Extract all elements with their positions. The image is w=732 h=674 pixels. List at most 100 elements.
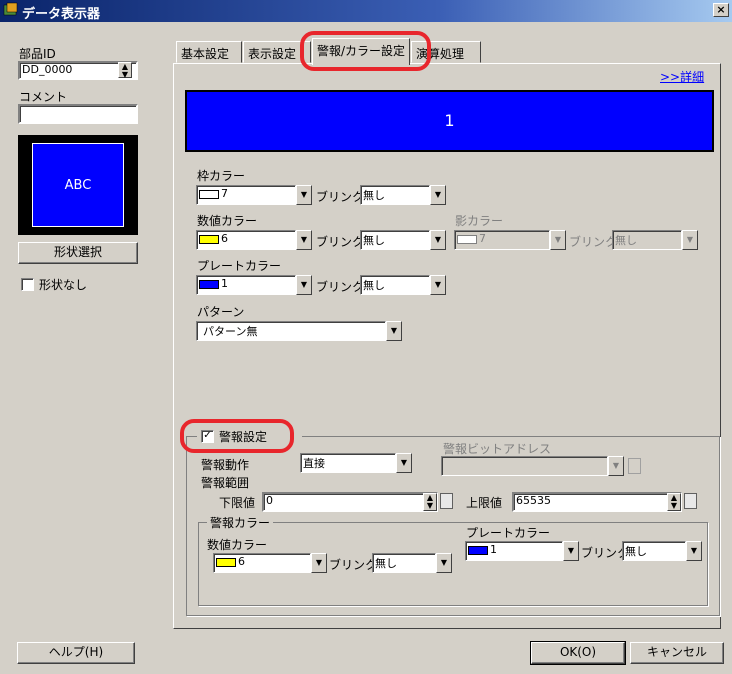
part-id-label: 部品ID [19, 47, 56, 61]
alarm-numeric-color-label: 数値カラー [207, 538, 268, 552]
display-value: 1 [187, 92, 712, 150]
frame-blink-select[interactable]: 無し ▼ [360, 185, 446, 205]
alarm-enable-checkbox[interactable]: ✓ [201, 430, 214, 443]
alarm-plate-color-select[interactable]: 1 ▼ [465, 541, 579, 561]
blue-swatch [468, 545, 488, 555]
numeric-color-select[interactable]: 6 ▼ [196, 230, 312, 250]
alarm-color-group-label: 警報カラー [207, 514, 274, 531]
alarm-numeric-blink-select[interactable]: 無し ▼ [372, 553, 452, 573]
alarm-plate-blink-select[interactable]: 無し ▼ [622, 541, 702, 561]
no-shape-label: 形状なし [39, 278, 88, 292]
lower-limit-value: 0 [266, 494, 273, 507]
help-button[interactable]: ヘルプ(H) [17, 642, 135, 664]
yellow-swatch [216, 557, 236, 567]
tab-calculation[interactable]: 演算処理 [411, 41, 481, 63]
plate-blink-select[interactable]: 無し ▼ [360, 275, 446, 295]
preview-plate: ABC [32, 143, 124, 227]
upper-limit-value: 65535 [516, 494, 551, 507]
plate-color-label: プレートカラー [197, 259, 282, 273]
alarm-action-label: 警報動作 [201, 458, 250, 472]
plate-color-select[interactable]: 1 ▼ [196, 275, 312, 295]
close-button[interactable]: × [713, 3, 729, 17]
comment-input[interactable] [18, 104, 138, 124]
chevron-down-icon[interactable]: ▼ [296, 230, 312, 250]
yellow-swatch [199, 234, 219, 244]
alarm-numeric-color-value: 6 [238, 555, 245, 568]
upper-limit-input[interactable]: 65535 [512, 492, 682, 512]
lower-limit-input[interactable]: 0 [262, 492, 438, 512]
chevron-down-icon[interactable]: ▼ [430, 185, 446, 205]
plate-blink-value: 無し [363, 279, 385, 292]
preview-text: ABC [64, 178, 92, 193]
upper-limit-label: 上限値 [466, 496, 503, 510]
lower-limit-spinner[interactable]: ▲ ▼ [423, 493, 437, 511]
chevron-down-icon[interactable]: ▼ [296, 185, 312, 205]
window-title: データ表示器 [22, 7, 101, 22]
bit-address-label: 警報ビットアドレス [443, 442, 552, 456]
plate-blink-label: ブリンク [316, 280, 365, 294]
frame-blink-label: ブリンク [316, 190, 365, 204]
chevron-down-icon[interactable]: ▼ [311, 553, 327, 573]
alarm-action-select[interactable]: 直接 ▼ [300, 453, 412, 473]
frame-color-select[interactable]: 7 ▼ [196, 185, 312, 205]
numeric-color-value: 6 [221, 232, 228, 245]
alarm-action-value: 直接 [303, 457, 325, 470]
chevron-down-icon: ▼ [550, 230, 566, 250]
shadow-color-label: 影カラー [455, 214, 504, 228]
numeric-color-label: 数値カラー [197, 214, 258, 228]
lower-keypad-icon[interactable] [440, 493, 453, 509]
keypad-icon [628, 458, 641, 474]
upper-keypad-icon[interactable] [684, 493, 697, 509]
numeric-blink-select[interactable]: 無し ▼ [360, 230, 446, 250]
pattern-select[interactable]: パターン無 ▼ [196, 321, 402, 341]
ok-button[interactable]: OK(O) [530, 641, 626, 665]
pattern-label: パターン [197, 305, 245, 319]
alarm-plate-color-label: プレートカラー [466, 526, 551, 540]
chevron-down-icon[interactable]: ▼ [430, 230, 446, 250]
chevron-down-icon[interactable]: ▼ [563, 541, 579, 561]
shadow-color-value: 7 [479, 232, 486, 245]
comment-label: コメント [19, 90, 68, 104]
alarm-plate-color-value: 1 [490, 543, 497, 556]
shadow-blink-label: ブリンク [569, 235, 618, 249]
frame-color-value: 7 [221, 187, 228, 200]
plate-color-value: 1 [221, 277, 228, 290]
chevron-down-icon: ▼ [608, 456, 624, 476]
numeric-blink-label: ブリンク [316, 235, 365, 249]
shape-preview: ABC [18, 135, 138, 235]
chevron-down-icon[interactable]: ▼ [430, 275, 446, 295]
detail-link[interactable]: >>詳細 [660, 68, 704, 85]
white-swatch [199, 189, 219, 199]
tab-basic[interactable]: 基本設定 [176, 41, 242, 63]
cancel-button[interactable]: キャンセル [630, 642, 724, 664]
alarm-numeric-blink-value: 無し [375, 557, 397, 570]
alarm-range-label: 警報範囲 [201, 476, 250, 490]
part-id-value: DD_0000 [22, 63, 73, 76]
blue-swatch [199, 279, 219, 289]
alarm-numeric-blink-label: ブリンク [329, 558, 378, 572]
chevron-down-icon[interactable]: ▼ [386, 321, 402, 341]
pattern-value: パターン無 [203, 325, 258, 338]
chevron-down-icon[interactable]: ▼ [296, 275, 312, 295]
tab-display[interactable]: 表示設定 [243, 41, 311, 63]
bit-address-select: ▼ [441, 456, 624, 476]
chevron-down-icon: ▼ [682, 230, 698, 250]
chevron-down-icon[interactable]: ▼ [396, 453, 412, 473]
numeric-blink-value: 無し [363, 234, 385, 247]
no-shape-checkbox[interactable] [21, 278, 34, 291]
frame-blink-value: 無し [363, 189, 385, 202]
shape-select-button[interactable]: 形状選択 [18, 242, 138, 264]
tab-alarm-color[interactable]: 警報/カラー設定 [312, 38, 410, 65]
chevron-down-icon[interactable]: ▼ [436, 553, 452, 573]
alarm-enable-label: 警報設定 [219, 430, 268, 444]
alarm-plate-blink-value: 無し [625, 545, 647, 558]
lower-limit-label: 下限値 [219, 496, 256, 510]
chevron-down-icon[interactable]: ▼ [686, 541, 702, 561]
app-icon [3, 2, 18, 16]
title-bar: データ表示器 × [0, 0, 732, 22]
frame-color-label: 枠カラー [197, 169, 246, 183]
part-id-spinner[interactable]: ▲ ▼ [118, 62, 132, 79]
alarm-numeric-color-select[interactable]: 6 ▼ [213, 553, 327, 573]
shadow-blink-value: 無し [615, 234, 637, 247]
upper-limit-spinner[interactable]: ▲ ▼ [667, 493, 681, 511]
